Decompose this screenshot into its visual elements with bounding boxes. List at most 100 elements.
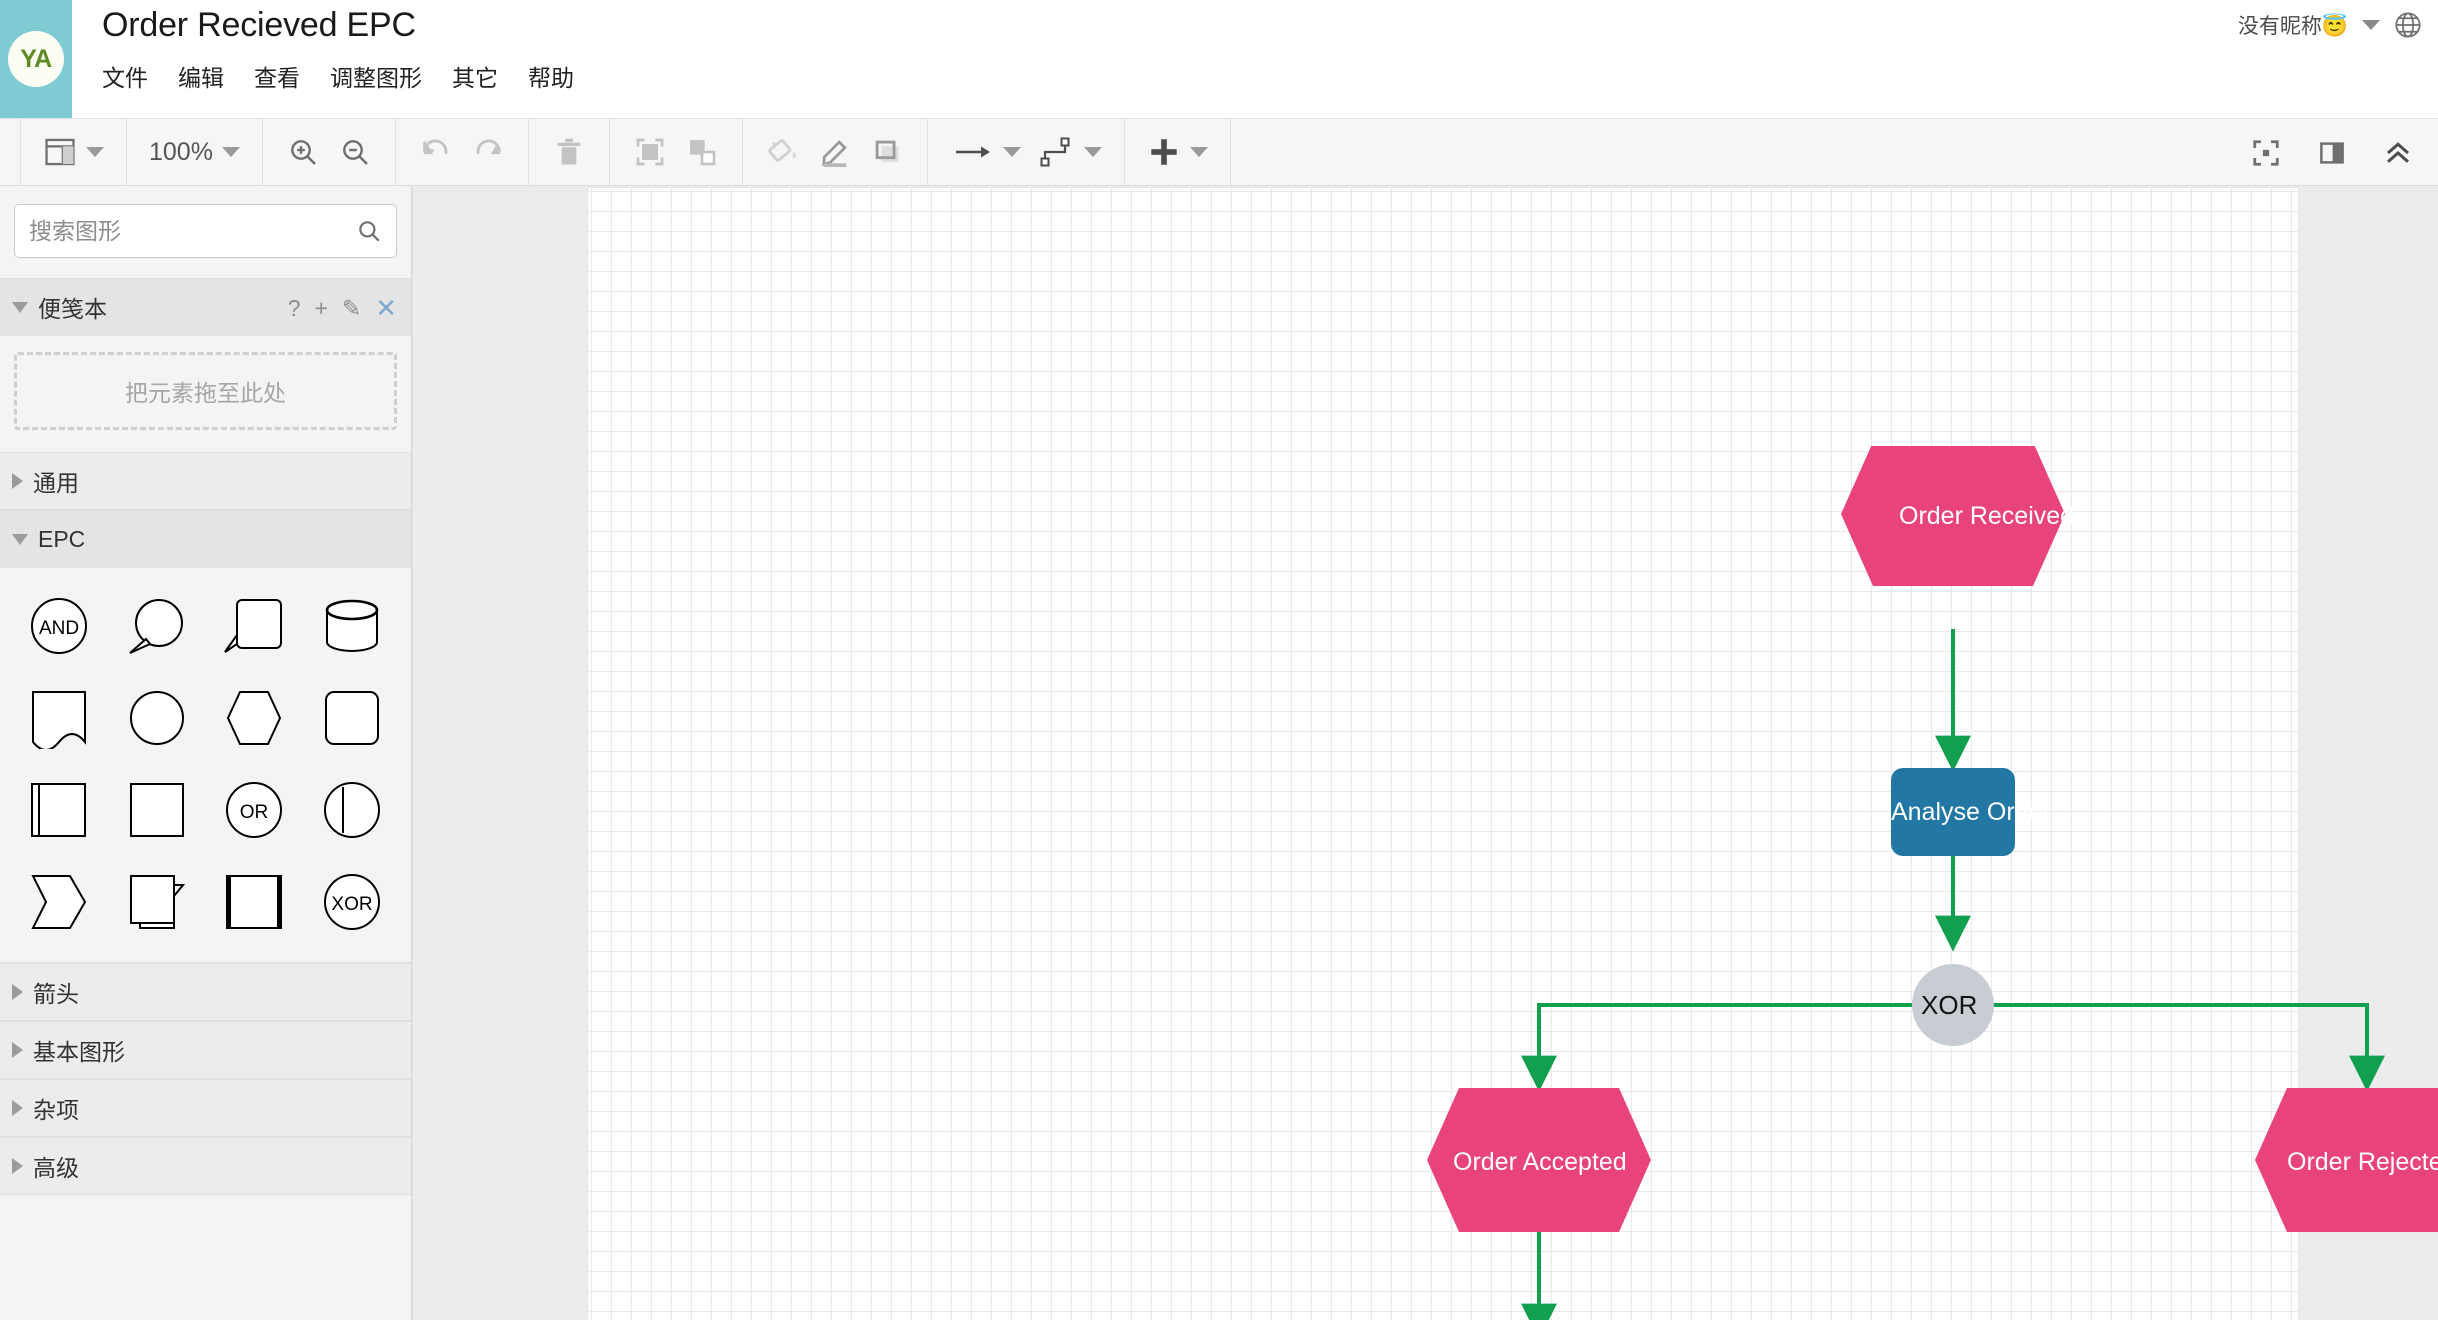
undo-button[interactable] [410, 126, 462, 178]
section-arrows-label: 箭头 [33, 981, 79, 1007]
shape-and-connector[interactable]: AND [10, 582, 108, 670]
bring-to-front-button[interactable] [624, 126, 676, 178]
zoom-in-button[interactable] [277, 126, 329, 178]
zoom-out-icon [343, 140, 368, 165]
shadow-icon [875, 140, 899, 162]
close-icon[interactable]: ✕ [375, 295, 397, 321]
canvas-area[interactable]: Order Received Analyse Order XOR Order A… [413, 186, 2438, 1320]
shape-xor-connector[interactable]: XOR [303, 858, 401, 946]
fullscreen-button[interactable] [2240, 127, 2292, 179]
chevron-down-icon[interactable] [1002, 147, 1021, 157]
scratchpad-dropzone[interactable]: 把元素拖至此处 [14, 352, 397, 430]
section-arrows[interactable]: 箭头 [0, 963, 411, 1021]
line-color-icon [822, 140, 847, 168]
shape-bold-edge-box[interactable] [206, 858, 304, 946]
search-box[interactable] [14, 204, 397, 258]
section-misc[interactable]: 杂项 [0, 1079, 411, 1137]
search-area [0, 186, 411, 278]
undo-icon [423, 139, 448, 155]
shape-speech-bubble-square[interactable] [206, 582, 304, 670]
user-name-label[interactable]: 没有昵称😇 [2238, 10, 2348, 40]
node-analyse-order[interactable] [1891, 768, 2015, 856]
shadow-button[interactable] [861, 126, 913, 178]
scratchpad-body: 把元素拖至此处 [0, 336, 411, 452]
layout-panel-icon [45, 138, 75, 166]
menu-file[interactable]: 文件 [102, 57, 164, 95]
shape-document-notched[interactable] [10, 674, 108, 762]
redo-button[interactable] [462, 126, 514, 178]
node-gateway-xor-1[interactable] [1912, 964, 1994, 1046]
arrow-style-icon [955, 146, 990, 158]
zoom-in-icon [291, 140, 316, 165]
add-icon[interactable]: + [314, 296, 327, 320]
edge-xor1-to-rejected[interactable] [1953, 1003, 2385, 1092]
shape-rounded-rectangle[interactable] [303, 674, 401, 762]
shape-hexagon-function[interactable] [206, 674, 304, 762]
redo-icon [476, 139, 501, 155]
section-general-label: 通用 [33, 470, 79, 496]
chevron-down-icon[interactable] [221, 147, 240, 157]
shape-plain-rectangle[interactable] [108, 766, 206, 854]
send-to-back-icon [689, 140, 716, 166]
main-toolbar: 100% [0, 118, 2438, 186]
search-input[interactable] [29, 217, 356, 245]
menu-help[interactable]: 帮助 [528, 57, 590, 95]
shape-or-connector[interactable]: OR [206, 766, 304, 854]
zoom-level-button[interactable]: 100% [141, 126, 248, 178]
node-order-received[interactable] [1841, 446, 2065, 586]
diagram-svg [1427, 446, 2438, 1320]
menu-extras[interactable]: 其它 [452, 57, 514, 95]
chevron-down-icon[interactable] [1083, 147, 1102, 157]
help-icon[interactable]: ? [288, 296, 301, 320]
format-panel-button[interactable] [2306, 127, 2358, 179]
shape-stacked-note[interactable] [108, 858, 206, 946]
search-icon[interactable] [356, 218, 382, 244]
menu-view[interactable]: 查看 [254, 57, 316, 95]
node-order-accepted[interactable] [1427, 1088, 1651, 1232]
epc-shape-palette: AND OR XOR [0, 568, 411, 963]
shape-database-cylinder[interactable] [303, 582, 401, 670]
delete-button[interactable] [543, 126, 595, 178]
send-to-back-button[interactable] [676, 126, 728, 178]
collapse-button[interactable] [2372, 127, 2424, 179]
toolbar-group-order [610, 118, 743, 186]
zoom-out-button[interactable] [329, 126, 381, 178]
svg-text:XOR: XOR [332, 894, 373, 915]
svg-text:OR: OR [240, 802, 269, 823]
shape-module-box[interactable] [10, 766, 108, 854]
shape-chevron-arrow[interactable] [10, 858, 108, 946]
format-panel-icon [2320, 142, 2344, 164]
layout-panel-button[interactable] [35, 126, 112, 178]
arrow-style-button[interactable] [942, 126, 1029, 178]
section-basic-shapes-label: 基本图形 [33, 1039, 125, 1065]
svg-text:AND: AND [39, 618, 79, 639]
line-color-button[interactable] [809, 126, 861, 178]
section-advanced[interactable]: 高级 [0, 1137, 411, 1195]
menu-arrange[interactable]: 调整图形 [330, 57, 438, 95]
app-logo[interactable]: YA [0, 0, 72, 118]
section-general[interactable]: 通用 [0, 452, 411, 510]
chevron-down-icon[interactable] [1189, 147, 1208, 157]
section-basic-shapes[interactable]: 基本图形 [0, 1021, 411, 1079]
document-title[interactable]: Order Recieved EPC [102, 6, 2438, 45]
insert-button[interactable] [1139, 126, 1216, 178]
edit-pencil-icon[interactable]: ✎ [342, 296, 361, 320]
section-epc[interactable]: EPC [0, 510, 411, 568]
epc-diagram: Order Received Analyse Order XOR Order A… [1343, 446, 2438, 1320]
waypoint-style-button[interactable] [1029, 126, 1110, 178]
shape-circle-event[interactable] [108, 674, 206, 762]
shape-speech-bubble-round[interactable] [108, 582, 206, 670]
node-order-rejected[interactable] [2255, 1088, 2438, 1232]
chevron-down-icon[interactable] [2362, 20, 2380, 30]
section-advanced-label: 高级 [33, 1155, 79, 1181]
edge-xor1-to-accepted[interactable] [1521, 1003, 1953, 1092]
chevron-down-icon[interactable] [86, 147, 104, 157]
globe-icon[interactable] [2394, 11, 2422, 39]
shape-half-circle-split[interactable] [303, 766, 401, 854]
chevron-right-icon [12, 473, 23, 489]
fill-color-button[interactable] [757, 126, 809, 178]
menu-edit[interactable]: 编辑 [178, 57, 240, 95]
section-scratchpad[interactable]: 便笺本 ? + ✎ ✕ [0, 278, 411, 336]
chevron-right-icon [12, 1100, 23, 1116]
trash-icon [557, 138, 581, 165]
